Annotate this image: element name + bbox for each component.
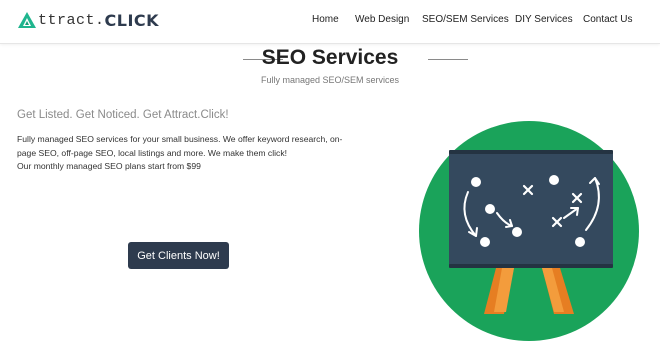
description-text: Fully managed SEO services for your smal… <box>17 134 343 158</box>
site-header: ttract. CLICK Home Web Design SEO/SEM Se… <box>0 0 660 44</box>
pricing-text: Our monthly managed SEO plans start from… <box>17 161 201 171</box>
nav-item-diy-services[interactable]: DIY Services <box>515 14 573 25</box>
tagline: Get Listed. Get Noticed. Get Attract.Cli… <box>17 109 229 121</box>
nav-item-contact-us[interactable]: Contact Us <box>583 14 632 25</box>
chalkboard <box>449 152 613 266</box>
site-logo[interactable]: ttract. CLICK <box>17 8 159 32</box>
service-description: Fully managed SEO services for your smal… <box>17 133 347 174</box>
page-title: SEO Services <box>261 46 399 69</box>
logo-text-attract: ttract. <box>38 11 105 29</box>
get-clients-button[interactable]: Get Clients Now! <box>128 242 229 269</box>
strategy-board-icon <box>419 121 639 341</box>
page-subtitle: Fully managed SEO/SEM services <box>260 75 400 85</box>
logo-a-icon <box>18 12 36 28</box>
nav-item-seo-sem-services[interactable]: SEO/SEM Services <box>422 14 509 25</box>
nav-item-web-design[interactable]: Web Design <box>355 14 409 25</box>
nav-item-home[interactable]: Home <box>312 14 339 25</box>
logo-text-click: CLICK <box>104 10 160 30</box>
